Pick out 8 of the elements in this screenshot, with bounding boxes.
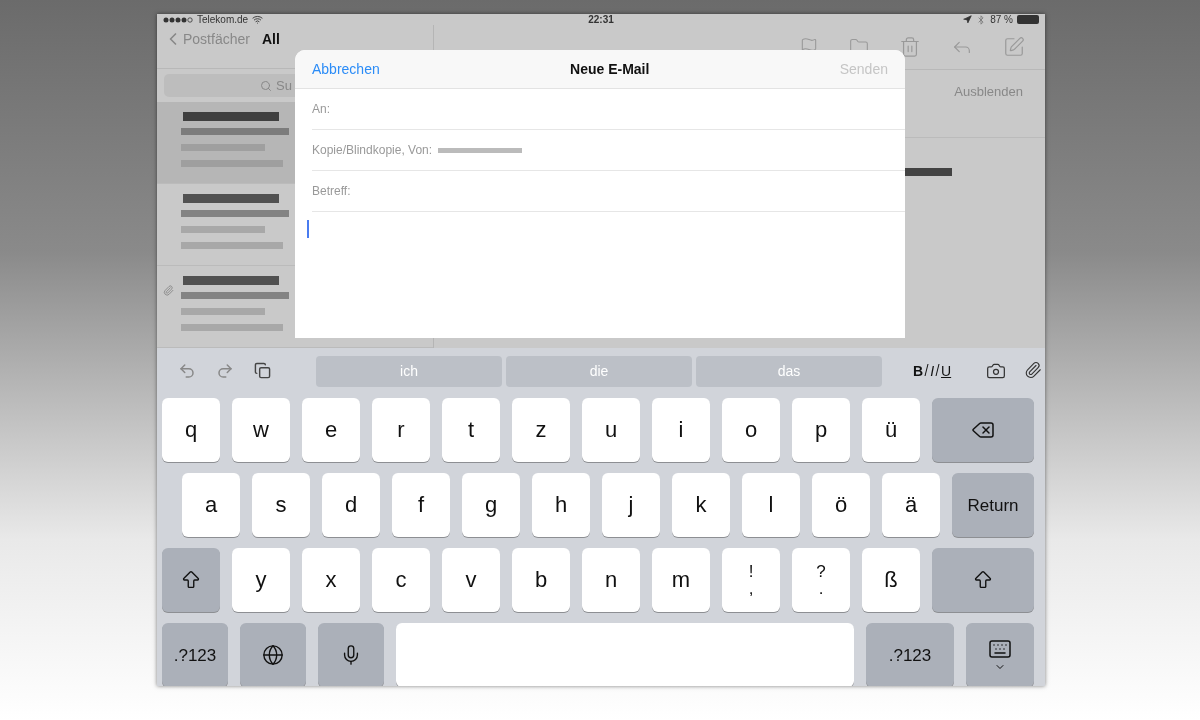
battery-percentage: 87 % [990,14,1013,25]
mailbox-title: All [261,30,280,47]
field-label: Betreff: [312,184,351,198]
field-label: An: [312,102,330,116]
field-label: Kopie/Blindkopie, Von: [312,143,433,157]
clock: 22:31 [588,14,614,25]
compose-title: Neue E-Mail [570,61,650,77]
carrier-name: Telekom.de [197,14,249,25]
